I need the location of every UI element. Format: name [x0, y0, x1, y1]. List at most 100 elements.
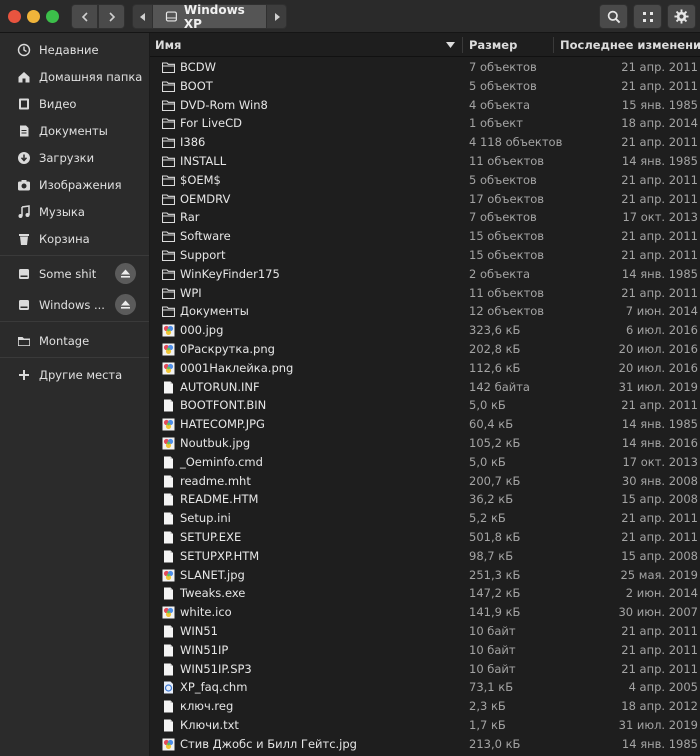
table-row[interactable]: INSTALL 11 объектов 14 янв. 1985: [150, 152, 700, 171]
file-size: 4 118 объектов: [469, 135, 563, 150]
sidebar-item-home[interactable]: Домашняя папка: [0, 63, 149, 90]
file-size: 1 объект: [469, 116, 523, 131]
back-button[interactable]: [71, 4, 98, 29]
file-size: 142 байта: [469, 379, 530, 394]
file-size: 15 объектов: [469, 248, 545, 262]
table-row[interactable]: BOOT 5 объектов 21 апр. 2011: [150, 77, 700, 96]
table-row[interactable]: readme.mht 200,7 кБ 30 янв. 2008: [150, 472, 700, 491]
column-name-header[interactable]: Имя: [155, 38, 181, 52]
table-row[interactable]: SETUP.EXE 501,8 кБ 21 апр. 2011: [150, 528, 700, 547]
file-modified-date: 30 янв. 2008: [621, 473, 698, 488]
file-size: 10 байт: [469, 661, 516, 676]
table-row[interactable]: Support 15 объектов 21 апр. 2011: [150, 246, 700, 265]
table-row[interactable]: Setup.ini 5,2 кБ 21 апр. 2011: [150, 509, 700, 528]
table-row[interactable]: Ключи.txt 1,7 кБ 31 июл. 2019: [150, 716, 700, 735]
table-row[interactable]: AUTORUN.INF 142 байта 31 июл. 2019: [150, 378, 700, 397]
table-row[interactable]: I386 4 118 объектов 21 апр. 2011: [150, 133, 700, 152]
table-row[interactable]: HATECOMP.JPG 60,4 кБ 14 янв. 1985: [150, 415, 700, 434]
file-size: 73,1 кБ: [469, 680, 514, 695]
sidebar-item-video[interactable]: Видео: [0, 90, 149, 117]
sidebar-item-music[interactable]: Музыка: [0, 198, 149, 225]
file-modified-date: 21 апр. 2011: [621, 398, 698, 413]
window-maximize-button[interactable]: [46, 10, 59, 23]
triangle-right-icon: [274, 12, 280, 21]
sidebar-item-trash[interactable]: Корзина: [0, 225, 149, 252]
window-close-button[interactable]: [8, 10, 21, 23]
table-row[interactable]: Noutbuk.jpg 105,2 кБ 14 янв. 2016: [150, 434, 700, 453]
folder-icon: [161, 136, 176, 149]
path-crumb-current[interactable]: Windows XP: [153, 3, 266, 31]
table-row[interactable]: Документы 12 объектов 7 июн. 2014: [150, 302, 700, 321]
column-divider[interactable]: [553, 37, 554, 53]
settings-menu-button[interactable]: [667, 4, 696, 29]
sidebar-item-label: Другие места: [39, 367, 123, 382]
file-name: SLANET.jpg: [180, 567, 245, 582]
table-row[interactable]: WIN51 10 байт 21 апр. 2011: [150, 622, 700, 641]
table-row[interactable]: WinKeyFinder175 2 объекта 14 янв. 1985: [150, 265, 700, 284]
view-toggle-button[interactable]: [633, 4, 662, 29]
sidebar-item-pictures[interactable]: Изображения: [0, 171, 149, 198]
file-modified-date: 18 апр. 2014: [621, 116, 698, 131]
table-row[interactable]: 000.jpg 323,6 кБ 6 июл. 2016: [150, 321, 700, 340]
file-modified-date: 4 апр. 2005: [628, 680, 698, 695]
table-row[interactable]: DVD-Rom Win8 4 объекта 15 янв. 1985: [150, 96, 700, 115]
forward-button[interactable]: [98, 4, 125, 29]
table-row[interactable]: $OEM$ 5 объектов 21 апр. 2011: [150, 171, 700, 190]
path-scroll-right-button[interactable]: [266, 4, 287, 29]
table-row[interactable]: Стив Джобс и Билл Гейтс.jpg 213,0 кБ 14 ян…: [150, 735, 700, 754]
table-row[interactable]: white.ico 141,9 кБ 30 июн. 2007: [150, 603, 700, 622]
table-row[interactable]: SETUPXP.HTM 98,7 кБ 15 апр. 2008: [150, 547, 700, 566]
file-size: 60,4 кБ: [469, 417, 514, 432]
table-row[interactable]: For LiveCD 1 объект 18 апр. 2014: [150, 114, 700, 133]
file-modified-date: 15 апр. 2008: [621, 492, 698, 507]
table-row[interactable]: 0001Наклейка.png 112,6 кБ 20 июл. 2016: [150, 359, 700, 378]
folder-icon: [161, 155, 176, 168]
sidebar-item-downloads[interactable]: Загрузки: [0, 144, 149, 171]
file-name: BOOTFONT.BIN: [180, 398, 267, 413]
path-scroll-left-button[interactable]: [132, 4, 153, 29]
sidebar-item-other-places[interactable]: Другие места: [0, 361, 149, 388]
sidebar: Недавние Домашняя папка Видео Документы …: [0, 33, 150, 756]
sidebar-item-documents[interactable]: Документы: [0, 117, 149, 144]
file-size: 147,2 кБ: [469, 586, 521, 601]
eject-button[interactable]: [115, 294, 136, 315]
table-row[interactable]: WPI 11 объектов 21 апр. 2011: [150, 284, 700, 303]
table-row[interactable]: WIN51IP.SP3 10 байт 21 апр. 2011: [150, 660, 700, 679]
drive-icon: [17, 298, 31, 312]
table-row[interactable]: XP_faq.chm 73,1 кБ 4 апр. 2005: [150, 678, 700, 697]
search-button[interactable]: [599, 4, 628, 29]
sidebar-item-label: Домашняя папка: [39, 69, 143, 84]
table-row[interactable]: Rar 7 объектов 17 окт. 2013: [150, 208, 700, 227]
eject-button[interactable]: [115, 263, 136, 284]
gear-icon: [674, 9, 689, 24]
grid-icon: [642, 11, 653, 22]
table-row[interactable]: 0Раскрутка.png 202,8 кБ 20 июл. 2016: [150, 340, 700, 359]
triangle-left-icon: [139, 12, 145, 21]
table-row[interactable]: ключ.reg 2,3 кБ 18 апр. 2012: [150, 697, 700, 716]
file-icon: [162, 512, 175, 525]
window-minimize-button[interactable]: [27, 10, 40, 23]
file-name: INSTALL: [180, 154, 227, 168]
sidebar-item-label: Корзина: [39, 231, 90, 246]
column-size-header[interactable]: Размер: [469, 38, 517, 52]
table-row[interactable]: Tweaks.exe 147,2 кБ 2 июн. 2014: [150, 584, 700, 603]
file-name: WPI: [180, 285, 202, 300]
sort-descending-icon[interactable]: [446, 42, 455, 48]
column-modified-header[interactable]: Последнее изменение: [560, 38, 700, 52]
table-row[interactable]: Software 15 объектов 21 апр. 2011: [150, 227, 700, 246]
table-row[interactable]: WIN51IP 10 байт 21 апр. 2011: [150, 641, 700, 660]
sidebar-item-device-some-shit[interactable]: Some shit: [0, 260, 149, 287]
sidebar-item-recent[interactable]: Недавние: [0, 36, 149, 63]
column-divider[interactable]: [462, 37, 463, 53]
table-row[interactable]: SLANET.jpg 251,3 кБ 25 мая. 2019: [150, 566, 700, 585]
table-row[interactable]: README.HTM 36,2 кБ 15 апр. 2008: [150, 490, 700, 509]
file-size: 11 объектов: [469, 154, 545, 168]
sidebar-item-network-montage[interactable]: Montage: [0, 327, 149, 354]
file-modified-date: 21 апр. 2011: [621, 285, 698, 300]
table-row[interactable]: BCDW 7 объектов 21 апр. 2011: [150, 58, 700, 77]
table-row[interactable]: BOOTFONT.BIN 5,0 кБ 21 апр. 2011: [150, 396, 700, 415]
file-name: ключ.reg: [180, 699, 234, 714]
table-row[interactable]: _Oeminfo.cmd 5,0 кБ 17 окт. 2013: [150, 453, 700, 472]
sidebar-item-device-windows[interactable]: Windows ...: [0, 291, 149, 318]
table-row[interactable]: OEMDRV 17 объектов 21 апр. 2011: [150, 190, 700, 209]
